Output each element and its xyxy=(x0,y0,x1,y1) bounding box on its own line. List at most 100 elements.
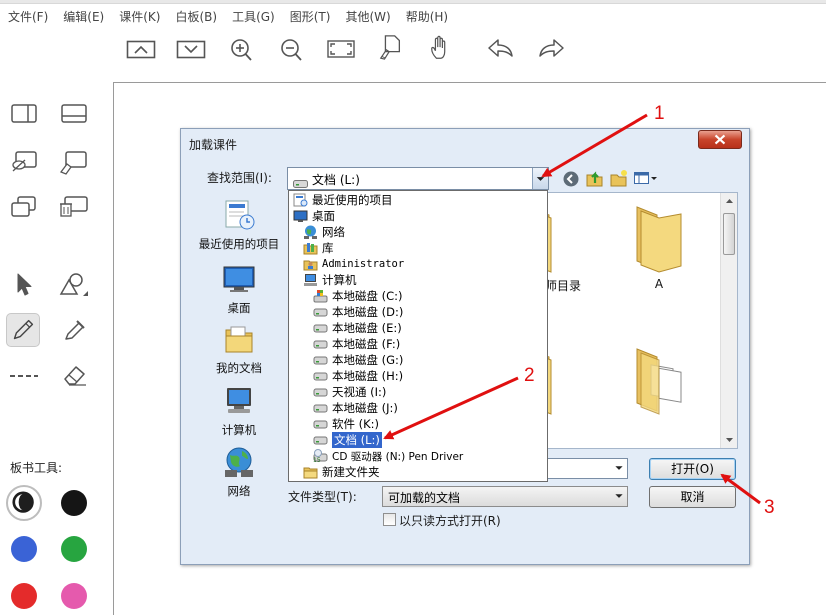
split-bottom-icon[interactable] xyxy=(57,97,91,131)
drive-icon xyxy=(313,385,328,399)
dropdown-item[interactable]: Administrator xyxy=(303,256,404,272)
network-icon xyxy=(303,225,318,239)
my-documents-icon xyxy=(222,322,256,356)
dropdown-item[interactable]: 本地磁盘 (E:) xyxy=(313,320,402,336)
color-swatch-green[interactable] xyxy=(61,536,87,562)
screen-eraser-icon[interactable] xyxy=(57,145,91,179)
dropdown-item[interactable]: 15 CD 驱动器 (N:) Pen Driver xyxy=(313,448,463,464)
color-swatch-red[interactable] xyxy=(11,583,37,609)
up-folder-icon[interactable] xyxy=(585,168,605,188)
clear-page-icon[interactable] xyxy=(376,34,406,60)
dropdown-item-selected[interactable]: 文档 (L:) xyxy=(313,432,382,448)
file-list-scrollbar[interactable] xyxy=(720,193,737,448)
dropdown-item[interactable]: 库 xyxy=(303,240,334,256)
menu-help[interactable]: 帮助(H) xyxy=(398,5,448,27)
drive-icon xyxy=(313,417,328,431)
cancel-button[interactable]: 取消 xyxy=(649,486,736,508)
place-network[interactable]: 网络 xyxy=(194,445,284,499)
document-folder-item[interactable] xyxy=(614,343,704,417)
chevron-down-icon[interactable] xyxy=(532,168,548,189)
place-desktop[interactable]: 桌面 xyxy=(194,262,284,316)
computer-icon xyxy=(222,384,256,418)
look-in-dropdown[interactable]: 最近使用的项目 桌面 网络 库 Administrator 计算机 本地磁盘 (… xyxy=(288,190,548,482)
dropdown-item[interactable]: 天视通 (I:) xyxy=(313,384,386,400)
zoom-in-icon[interactable] xyxy=(226,36,256,62)
color-swatch-blue[interactable] xyxy=(11,536,37,562)
scroll-down-icon[interactable] xyxy=(721,432,738,448)
marker-icon[interactable] xyxy=(57,313,91,347)
fit-screen-icon[interactable] xyxy=(326,36,356,62)
page-down-icon[interactable] xyxy=(176,36,206,62)
place-computer[interactable]: 计算机 xyxy=(194,384,284,438)
scroll-up-icon[interactable] xyxy=(721,193,738,209)
dropdown-item[interactable]: 网络 xyxy=(303,224,345,240)
split-right-icon[interactable] xyxy=(7,97,41,131)
system-drive-icon xyxy=(313,289,328,303)
copy-page-icon[interactable] xyxy=(7,190,41,224)
menu-tools[interactable]: 工具(G) xyxy=(224,5,275,27)
dropdown-item[interactable]: 桌面 xyxy=(293,208,335,224)
dropdown-item[interactable]: 最近使用的项目 xyxy=(293,192,393,208)
chevron-down-icon[interactable] xyxy=(611,459,627,478)
dropdown-item[interactable]: 本地磁盘 (G:) xyxy=(313,352,403,368)
place-recent[interactable]: 最近使用的项目 xyxy=(194,198,284,252)
dropdown-item[interactable]: 软件 (K:) xyxy=(313,416,379,432)
window-top-border xyxy=(0,0,826,4)
filetype-value: 可加载的文档 xyxy=(388,491,461,505)
dialog-title: 加载课件 xyxy=(189,138,238,152)
dropdown-item[interactable]: 本地磁盘 (C:) xyxy=(313,288,403,304)
menu-whiteboard[interactable]: 白板(B) xyxy=(167,5,217,27)
shapes-icon[interactable] xyxy=(57,268,91,302)
place-my-documents[interactable]: 我的文档 xyxy=(194,322,284,376)
cd-drive-icon: 15 xyxy=(313,449,328,464)
color-swatch-pink[interactable] xyxy=(61,583,87,609)
svg-text:15: 15 xyxy=(313,457,321,463)
menu-graphics[interactable]: 图形(T) xyxy=(282,5,331,27)
dropdown-item[interactable]: 本地磁盘 (J:) xyxy=(313,400,398,416)
folder-item[interactable]: A xyxy=(614,201,704,291)
drive-icon xyxy=(313,305,328,319)
drive-icon xyxy=(313,321,328,335)
drive-icon xyxy=(313,337,328,351)
desktop-icon xyxy=(293,209,308,223)
chevron-down-icon[interactable] xyxy=(611,487,627,506)
dropdown-item[interactable]: 新建文件夹 xyxy=(303,464,380,480)
view-menu-icon[interactable] xyxy=(633,170,659,186)
whiteboard-app: 文件(F) 编辑(E) 课件(K) 白板(B) 工具(G) 图形(T) 其他(W… xyxy=(0,0,826,615)
dropdown-item[interactable]: 本地磁盘 (H:) xyxy=(313,368,403,384)
color-swatch-selected[interactable] xyxy=(6,485,42,521)
filetype-select[interactable]: 可加载的文档 xyxy=(382,486,628,507)
look-in-combo[interactable]: 文档 (L:) xyxy=(287,167,549,190)
dropdown-item[interactable]: 本地磁盘 (D:) xyxy=(313,304,403,320)
dropdown-item[interactable]: 本地磁盘 (F:) xyxy=(313,336,400,352)
menu-courseware[interactable]: 课件(K) xyxy=(111,5,160,27)
filetype-label: 文件类型(T): xyxy=(288,490,357,504)
close-icon[interactable] xyxy=(698,130,742,149)
annotation-number-1: 1 xyxy=(654,103,665,124)
hand-pan-icon[interactable] xyxy=(426,35,456,61)
redo-icon[interactable] xyxy=(536,36,566,62)
zoom-out-icon[interactable] xyxy=(276,36,306,62)
undo-icon[interactable] xyxy=(486,36,516,62)
drive-icon xyxy=(313,369,328,383)
board-tools-label: 板书工具: xyxy=(10,461,63,475)
library-icon xyxy=(303,241,318,255)
new-folder-icon[interactable] xyxy=(609,168,629,188)
back-icon[interactable] xyxy=(562,170,580,188)
select-arrow-icon[interactable] xyxy=(7,268,41,302)
menu-file[interactable]: 文件(F) xyxy=(0,5,48,27)
recent-icon xyxy=(293,193,308,207)
delete-page-icon[interactable] xyxy=(57,190,91,224)
open-button[interactable]: 打开(O) xyxy=(649,458,736,480)
page-up-icon[interactable] xyxy=(126,36,156,62)
eraser-icon[interactable] xyxy=(57,358,91,392)
line-style-icon[interactable] xyxy=(7,358,41,392)
pencil-icon[interactable] xyxy=(6,313,40,347)
scroll-thumb[interactable] xyxy=(723,213,735,255)
menu-edit[interactable]: 编辑(E) xyxy=(55,5,104,27)
color-swatch-black[interactable] xyxy=(61,490,87,516)
hide-screen-icon[interactable] xyxy=(7,145,41,179)
menu-other[interactable]: 其他(W) xyxy=(337,5,390,27)
dropdown-item[interactable]: 计算机 xyxy=(303,272,357,288)
readonly-checkbox[interactable] xyxy=(383,513,396,526)
